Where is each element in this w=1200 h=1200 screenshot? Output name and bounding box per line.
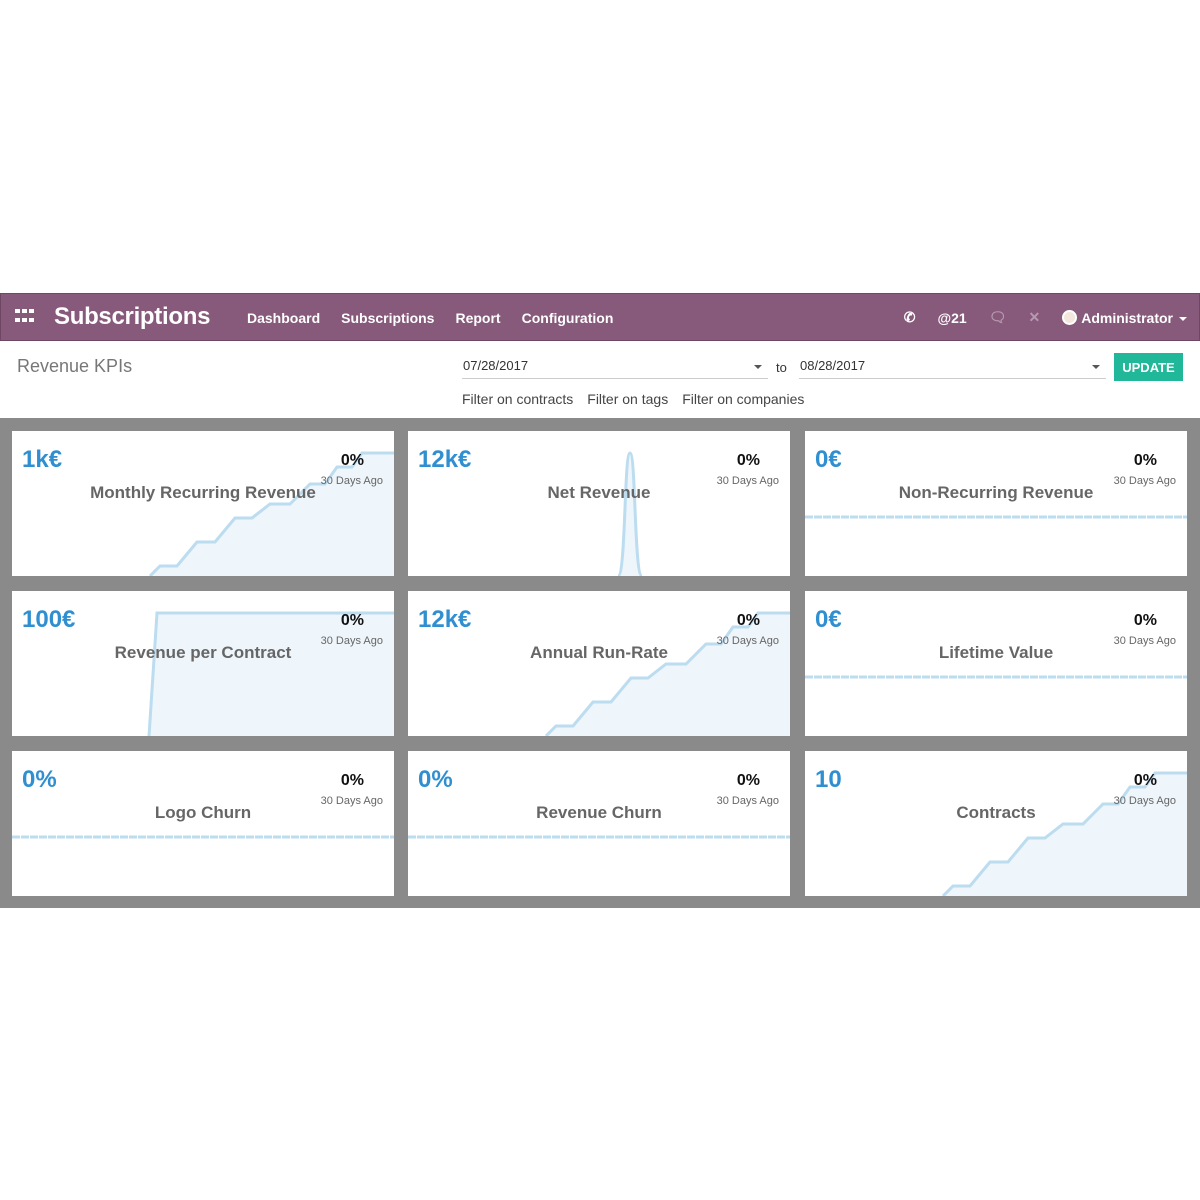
kpi-change: 0% [340,772,364,789]
sparkline-area [546,613,790,736]
kpi-card[interactable]: 0€ 0% 30 Days Ago Non-Recurring Revenue [805,431,1187,576]
filter-companies[interactable]: Filter on companies [682,391,804,407]
to-label: to [776,360,787,375]
apps-grid-icon[interactable] [15,309,35,325]
kpi-name: Revenue per Contract [114,643,292,662]
chevron-down-icon [1179,316,1187,321]
top-navbar: Subscriptions Dashboard Subscriptions Re… [0,293,1200,341]
kpi-value: 0% [418,766,453,793]
app-title: Subscriptions [54,303,211,330]
kpi-name: Annual Run-Rate [530,643,668,662]
update-button[interactable]: UPDATE [1114,353,1183,381]
kpi-change: 0% [736,772,760,789]
kpi-value: 12k€ [418,446,472,473]
kpi-name: Revenue Churn [536,803,662,822]
kpi-name: Monthly Recurring Revenue [90,483,316,502]
sparkline [148,451,394,576]
kpi-name: Net Revenue [547,483,651,502]
chevron-down-icon [754,365,762,369]
kpi-change: 0% [340,452,364,469]
date-from-value: 07/28/2017 [463,358,529,373]
sparkline-area [150,453,394,576]
sparkline-area [149,613,394,736]
sparkline [12,835,394,839]
menu-dashboard[interactable]: Dashboard [247,310,320,326]
kpi-value: 0% [22,766,57,793]
tools-icon[interactable]: ✕ [1028,309,1040,326]
menu-subscriptions[interactable]: Subscriptions [341,310,434,326]
sparkline-area [943,773,1187,896]
date-from-field[interactable]: 07/28/2017 [462,358,768,379]
kpi-card[interactable]: 12k€ 0% 30 Days Ago Annual Run-Rate [408,591,790,736]
kpi-name: Lifetime Value [938,643,1054,662]
avatar [1062,309,1078,325]
kpi-card[interactable]: 12k€ 0% 30 Days Ago Net Revenue [408,431,790,576]
filter-tags[interactable]: Filter on tags [587,391,668,407]
menu-configuration[interactable]: Configuration [522,310,614,326]
date-to-value: 08/28/2017 [800,358,866,373]
user-menu[interactable]: Administrator [1062,309,1187,326]
date-to-field[interactable]: 08/28/2017 [799,358,1106,379]
kpi-name: Contracts [956,803,1036,822]
kpi-grid: 1k€ 0% 30 Days Ago Monthly Recurring Rev… [0,418,1200,908]
user-name: Administrator [1081,309,1173,326]
sparkline [805,675,1187,679]
kpi-value: 100€ [22,606,76,633]
kpi-change: 0% [736,452,760,469]
kpi-card[interactable]: 1k€ 0% 30 Days Ago Monthly Recurring Rev… [12,431,394,576]
kpi-value: 1k€ [22,446,63,473]
chevron-down-icon [1092,365,1100,369]
kpi-name: Non-Recurring Revenue [898,483,1094,502]
kpi-card[interactable]: 0€ 0% 30 Days Ago Lifetime Value [805,591,1187,736]
phone-icon[interactable]: ✆ [904,309,916,326]
kpi-card[interactable]: 100€ 0% 30 Days Ago Revenue per Contract [12,591,394,736]
kpi-card[interactable]: 0% 0% 30 Days Ago Revenue Churn [408,751,790,896]
menu-report[interactable]: Report [455,310,500,326]
sparkline [408,835,790,839]
sparkline [941,771,1187,896]
kpi-value: 10 [815,766,842,793]
kpi-value: 12k€ [418,606,472,633]
kpi-change: 0% [1133,612,1157,629]
kpi-change: 0% [1133,452,1157,469]
kpi-change: 0% [736,612,760,629]
kpi-name: Logo Churn [154,803,252,822]
kpi-value: 0€ [815,446,842,473]
kpi-value: 0€ [815,606,842,633]
kpi-card[interactable]: 10 0% 30 Days Ago Contracts [805,751,1187,896]
kpi-change: 0% [340,612,364,629]
mentions-badge[interactable]: @21 [937,310,966,326]
chat-icon[interactable]: 🗨 [989,309,1007,326]
sparkline [805,515,1187,519]
page-title: Revenue KPIs [17,356,133,376]
kpi-change: 0% [1133,772,1157,789]
filter-contracts[interactable]: Filter on contracts [462,391,573,407]
kpi-card[interactable]: 0% 0% 30 Days Ago Logo Churn [12,751,394,896]
